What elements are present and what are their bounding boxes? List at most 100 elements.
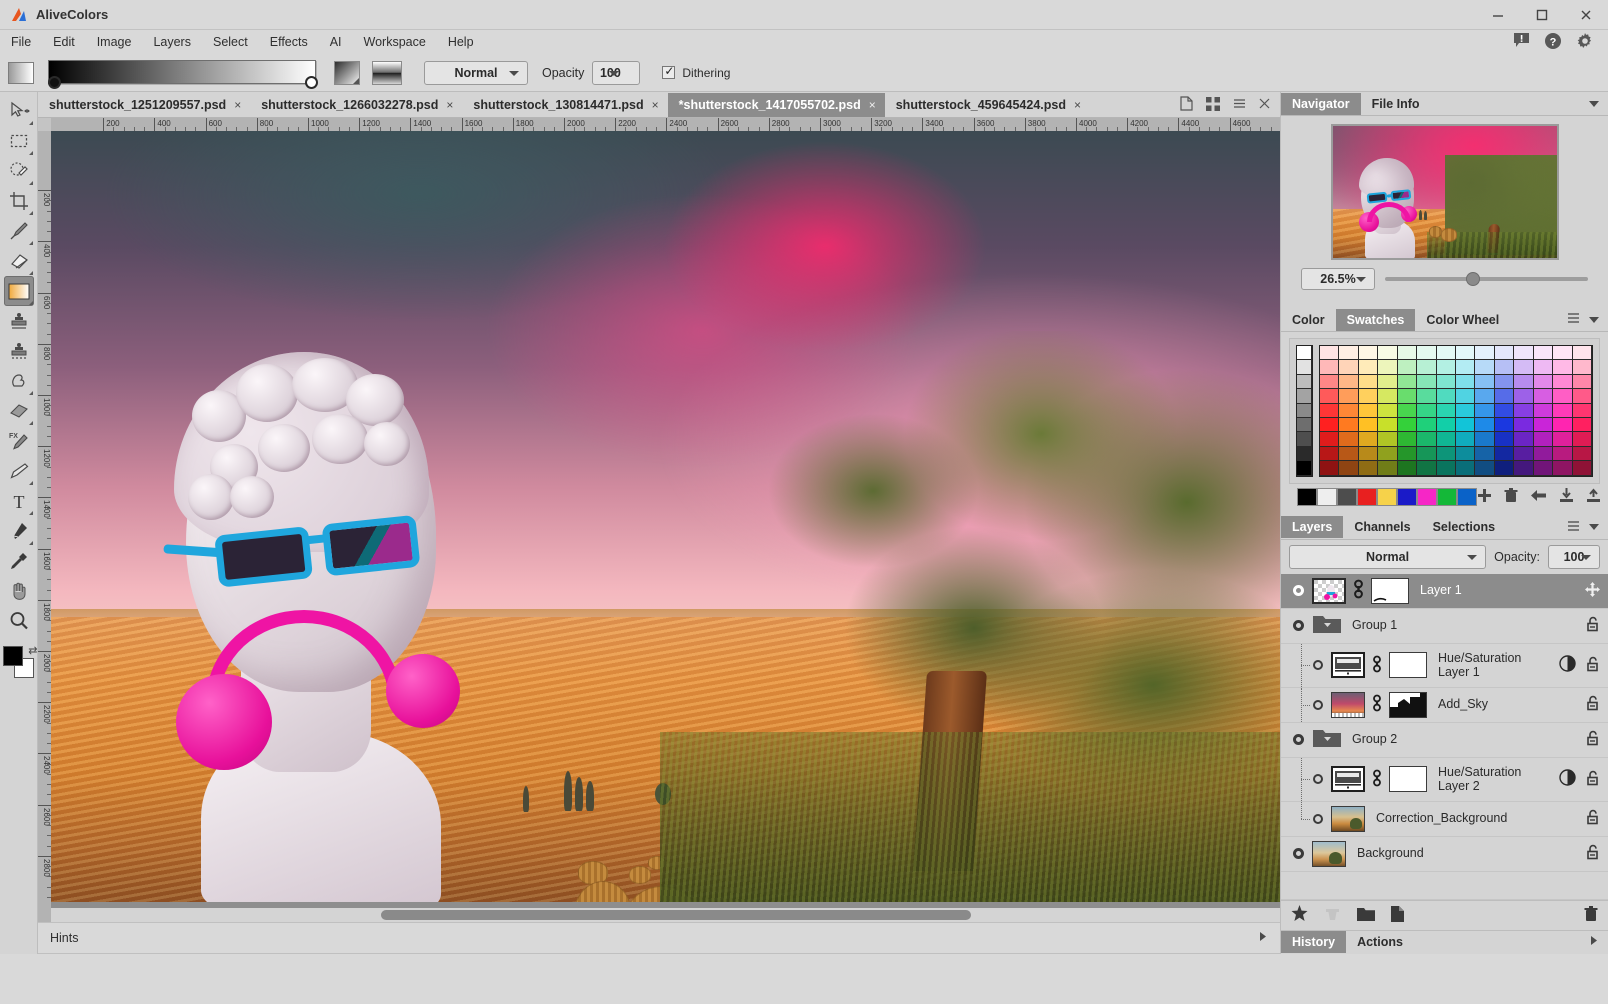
layer-visibility-toggle[interactable] (1313, 774, 1323, 785)
color-swatch[interactable] (1378, 360, 1398, 375)
color-swatch[interactable] (1358, 346, 1379, 361)
color-swatch[interactable] (1378, 389, 1398, 404)
color-swatch[interactable] (1320, 360, 1340, 375)
color-swatch[interactable] (1456, 432, 1476, 447)
color-swatch[interactable] (1436, 374, 1456, 390)
color-swatch[interactable] (1397, 360, 1418, 375)
pattern-stamp-tool[interactable] (4, 336, 34, 366)
new-group-icon[interactable] (1357, 907, 1375, 924)
layer-mask-thumbnail[interactable] (1389, 691, 1427, 718)
menu-image[interactable]: Image (86, 32, 143, 52)
color-swatch[interactable] (1456, 461, 1476, 476)
document-tab-3[interactable]: shutterstock_130814471.psd × (462, 93, 667, 117)
layer-mask-thumbnail[interactable] (1371, 577, 1409, 604)
color-swatch[interactable] (1339, 360, 1359, 375)
gradient-stop-start[interactable] (48, 75, 61, 89)
tab-color-wheel[interactable]: Color Wheel (1415, 309, 1510, 331)
color-swatch[interactable] (1417, 446, 1437, 462)
color-swatch[interactable] (1533, 360, 1554, 375)
color-swatch[interactable] (1339, 461, 1359, 476)
color-swatch[interactable] (1475, 360, 1495, 375)
gradient-editor-strip[interactable] (48, 59, 318, 89)
color-swatch[interactable] (1320, 403, 1340, 418)
color-swatch[interactable] (1572, 403, 1592, 418)
color-swatch[interactable] (1456, 446, 1476, 462)
color-swatch[interactable] (1339, 403, 1359, 418)
color-swatch[interactable] (1436, 346, 1456, 361)
color-swatch[interactable] (1339, 389, 1359, 404)
color-swatch[interactable] (1456, 360, 1476, 375)
foreground-color-swatch[interactable] (2, 646, 23, 666)
scrollbar-thumb[interactable] (381, 910, 971, 920)
maximize-button[interactable] (1520, 0, 1564, 30)
color-swatch[interactable] (1358, 389, 1379, 404)
color-swatch[interactable] (1320, 374, 1340, 390)
color-swatch[interactable] (1397, 389, 1418, 404)
layer-blend-mode-select[interactable]: Normal (1289, 544, 1487, 569)
layer-row-correction-background[interactable]: Correction_Background (1281, 801, 1608, 837)
color-swatch[interactable] (1358, 432, 1379, 447)
blend-mode-select[interactable]: Normal (424, 60, 528, 85)
previous-swatch-icon[interactable] (1530, 489, 1547, 505)
delete-swatch-icon[interactable] (1504, 487, 1518, 506)
close-icon[interactable]: × (446, 98, 453, 112)
color-swatch[interactable] (1397, 346, 1418, 361)
history-brush-tool[interactable] (4, 456, 34, 486)
chevron-down-icon[interactable] (1589, 316, 1599, 323)
layer-lock-icon[interactable] (1586, 695, 1600, 714)
color-swatch[interactable] (1533, 461, 1554, 476)
gray-swatch[interactable] (1297, 346, 1312, 361)
delete-layer-icon[interactable] (1584, 905, 1598, 925)
color-swatch-grid[interactable] (1319, 345, 1593, 477)
color-swatch[interactable] (1378, 417, 1398, 433)
color-swatch[interactable] (1358, 461, 1379, 476)
layer-lock-icon[interactable] (1586, 770, 1600, 789)
recent-swatch[interactable] (1317, 487, 1337, 506)
zoom-slider-knob[interactable] (1466, 272, 1481, 286)
menu-ai[interactable]: AI (319, 32, 353, 52)
color-swatch[interactable] (1494, 403, 1515, 418)
smudge-tool[interactable] (4, 366, 34, 396)
close-icon[interactable]: × (1074, 98, 1081, 112)
tab-file-info[interactable]: File Info (1361, 93, 1431, 115)
color-swatch[interactable] (1514, 446, 1534, 462)
expand-arrow-icon[interactable] (1590, 935, 1599, 949)
color-swatch[interactable] (1436, 417, 1456, 433)
layer-link-icon[interactable] (1372, 655, 1382, 676)
color-swatch[interactable] (1553, 389, 1573, 404)
color-swatch[interactable] (1553, 346, 1573, 361)
chevron-down-icon[interactable] (1589, 524, 1599, 531)
color-swatch[interactable] (1339, 446, 1359, 462)
expand-arrow-icon[interactable] (1259, 931, 1268, 945)
color-swatch[interactable] (1436, 403, 1456, 418)
color-swatch[interactable] (1475, 461, 1495, 476)
menu-layers[interactable]: Layers (142, 32, 202, 52)
rectangular-marquee-tool[interactable] (4, 126, 34, 156)
layer-lock-icon[interactable] (1586, 656, 1600, 675)
layer-thumbnail[interactable] (1331, 805, 1365, 832)
color-swatch[interactable] (1514, 389, 1534, 404)
color-swatch[interactable] (1436, 389, 1456, 404)
document-tab-2[interactable]: shutterstock_1266032278.psd × (250, 93, 462, 117)
color-swatch[interactable] (1397, 403, 1418, 418)
color-swatch[interactable] (1456, 346, 1476, 361)
close-all-icon[interactable] (1259, 98, 1270, 112)
color-swatch[interactable] (1475, 403, 1495, 418)
add-swatch-icon[interactable] (1477, 488, 1492, 506)
tab-layers[interactable]: Layers (1281, 516, 1344, 539)
gradient-preview[interactable] (48, 59, 316, 84)
recent-swatch-list[interactable] (1297, 487, 1477, 506)
gray-swatch[interactable] (1297, 417, 1312, 433)
color-swatch[interactable] (1572, 374, 1592, 390)
color-swatch[interactable] (1417, 403, 1437, 418)
tab-history[interactable]: History (1281, 931, 1347, 954)
navigator-thumbnail[interactable] (1330, 124, 1559, 260)
color-swatch[interactable] (1397, 374, 1418, 390)
color-swatch[interactable] (1339, 432, 1359, 447)
help-icon[interactable]: ? (1544, 32, 1562, 53)
recent-swatch[interactable] (1337, 487, 1357, 506)
add-effects-icon[interactable] (1291, 905, 1308, 925)
color-swatch[interactable] (1358, 417, 1379, 433)
layer-row-hue-saturation-layer-2[interactable]: Hue/Saturation Layer 2 (1281, 757, 1608, 802)
color-swatch[interactable] (1320, 432, 1340, 447)
